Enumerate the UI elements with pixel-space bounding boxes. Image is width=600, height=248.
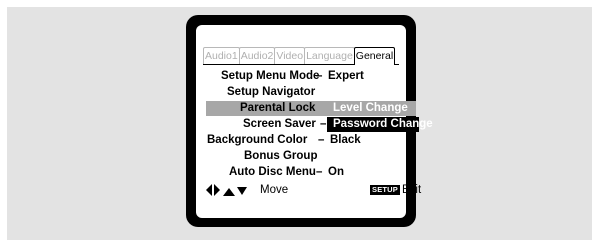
tab-general[interactable]: General: [353, 47, 396, 65]
menu-row-setup-navigator[interactable]: Setup Navigator: [206, 85, 419, 100]
tab-language[interactable]: Language: [304, 47, 355, 65]
menu-row-value: On: [328, 166, 344, 178]
setup-button-badge: SETUP: [370, 185, 401, 195]
menu-row-key: Bonus Group: [244, 150, 318, 162]
move-label: Move: [260, 184, 289, 196]
exit-label: Exit: [402, 184, 422, 196]
tab-video[interactable]: Video: [274, 47, 306, 65]
menu-row-separator: –: [316, 70, 323, 82]
menu-row-bonus-group[interactable]: Bonus Group: [206, 149, 419, 164]
menu-row-setup-menu-mode[interactable]: Setup Menu Mode – Expert: [206, 69, 419, 84]
menu-row-value: Black: [330, 134, 361, 146]
menu-row-key: Background Color: [207, 134, 308, 146]
tab-bar: Audio1 Audio2 Video Language General: [203, 47, 396, 65]
menu-row-key: Parental Lock: [240, 102, 316, 114]
arrow-down-icon: [237, 187, 247, 195]
tab-audio2[interactable]: Audio2: [238, 47, 276, 65]
direction-arrows-icon: [206, 184, 247, 196]
menu-row-background-color[interactable]: Background Color – Black: [206, 133, 419, 148]
arrow-right-icon: [214, 184, 220, 196]
menu-row-key: Setup Menu Mode: [221, 70, 320, 82]
submenu-password-change[interactable]: Password Change: [327, 117, 433, 132]
submenu-level-change[interactable]: Level Change: [333, 101, 408, 116]
menu-row-key: Auto Disc Menu: [229, 166, 316, 178]
menu-row-auto-disc-menu[interactable]: Auto Disc Menu – On: [206, 165, 419, 180]
menu-row-key: Setup Navigator: [227, 86, 316, 98]
arrow-up-icon: [223, 188, 235, 196]
menu-row-separator: –: [318, 134, 325, 146]
menu-row-separator: –: [320, 118, 327, 130]
menu-row-key: Screen Saver: [243, 118, 316, 130]
menu-row-value: Expert: [328, 70, 364, 82]
menu-row-separator: –: [316, 166, 323, 178]
arrow-left-icon: [206, 184, 212, 196]
tab-audio1[interactable]: Audio1: [203, 47, 240, 65]
